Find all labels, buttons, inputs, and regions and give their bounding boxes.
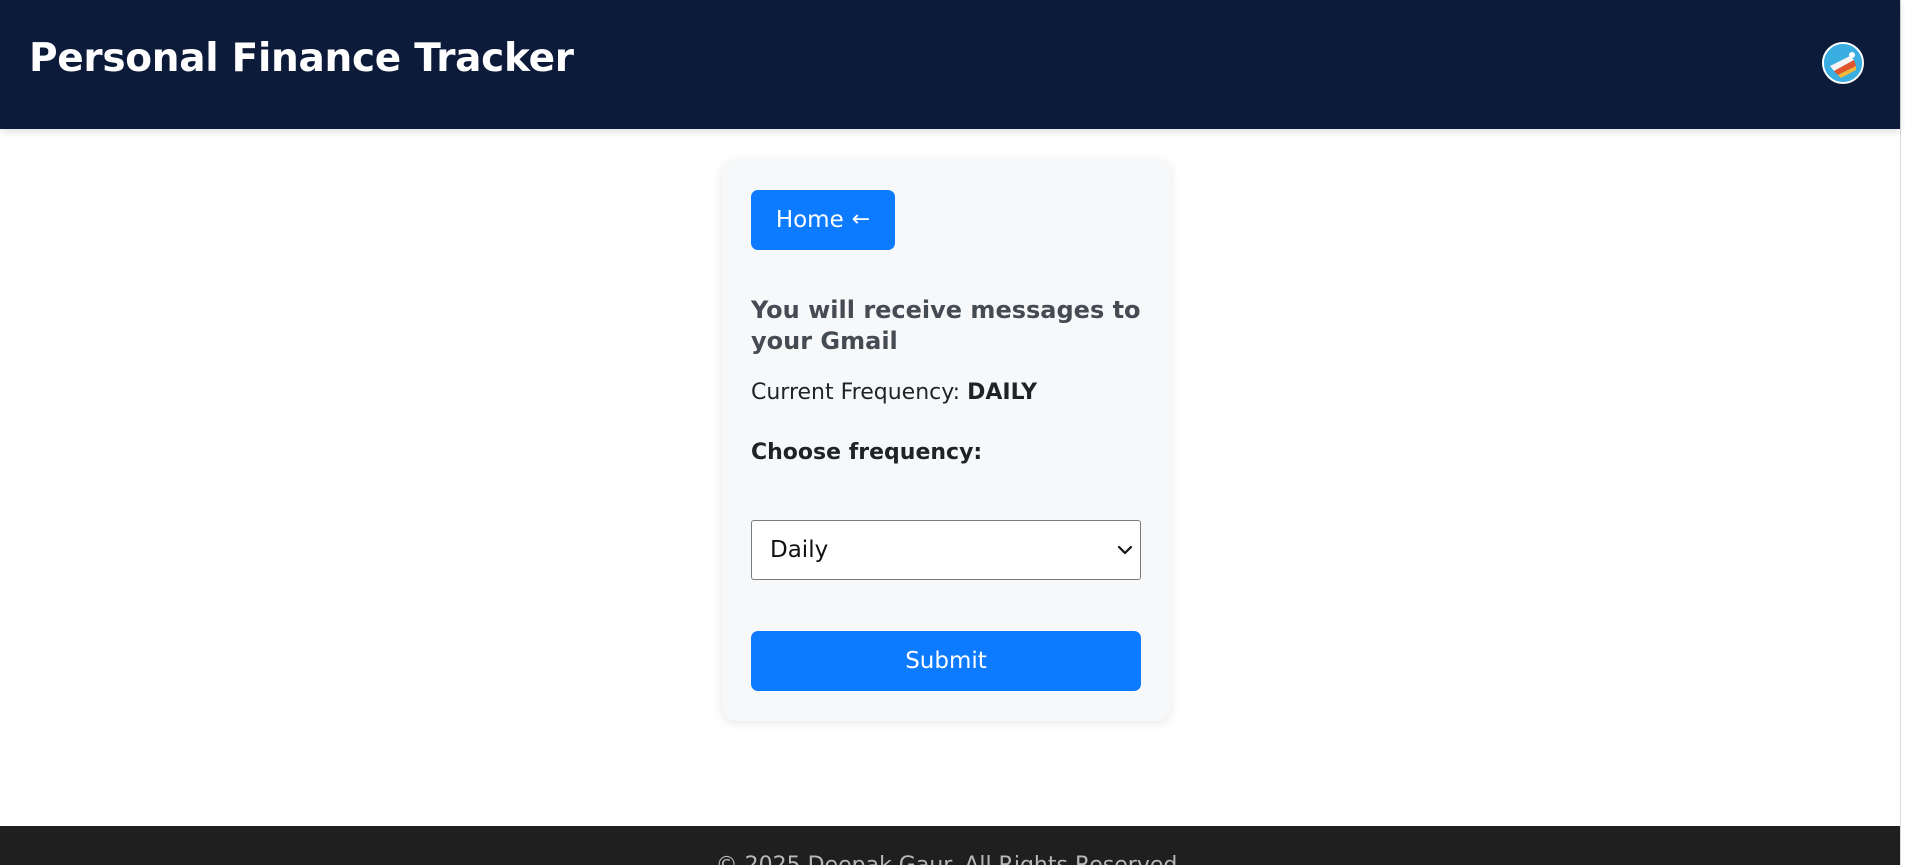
frequency-select-value: Daily xyxy=(770,537,829,563)
chevron-down-icon xyxy=(1117,545,1133,555)
gmail-message-heading: You will receive messages to your Gmail xyxy=(751,296,1141,355)
current-frequency-value: DAILY xyxy=(967,380,1038,405)
footer: © 2025 Deepak Gaur. All Rights Reserved. xyxy=(0,826,1900,865)
current-frequency: Current Frequency: DAILY xyxy=(751,378,1037,408)
frequency-select[interactable]: Daily xyxy=(751,520,1141,580)
home-button[interactable]: Home ← xyxy=(751,190,895,250)
choose-frequency-label: Choose frequency: xyxy=(751,440,983,465)
current-frequency-label: Current Frequency: xyxy=(751,380,961,405)
app-title[interactable]: Personal Finance Tracker xyxy=(29,34,574,84)
page: Personal Finance Tracker Home ← You will… xyxy=(0,0,1901,865)
arrow-left-icon: ← xyxy=(851,207,871,232)
user-avatar-icon[interactable] xyxy=(1822,42,1864,84)
navbar: Personal Finance Tracker xyxy=(0,0,1900,129)
notification-settings-card: Home ← You will receive messages to your… xyxy=(722,160,1171,721)
submit-button[interactable]: Submit xyxy=(751,631,1141,691)
home-button-label: Home xyxy=(775,207,844,233)
footer-copyright: © 2025 Deepak Gaur. All Rights Reserved. xyxy=(0,852,1900,865)
